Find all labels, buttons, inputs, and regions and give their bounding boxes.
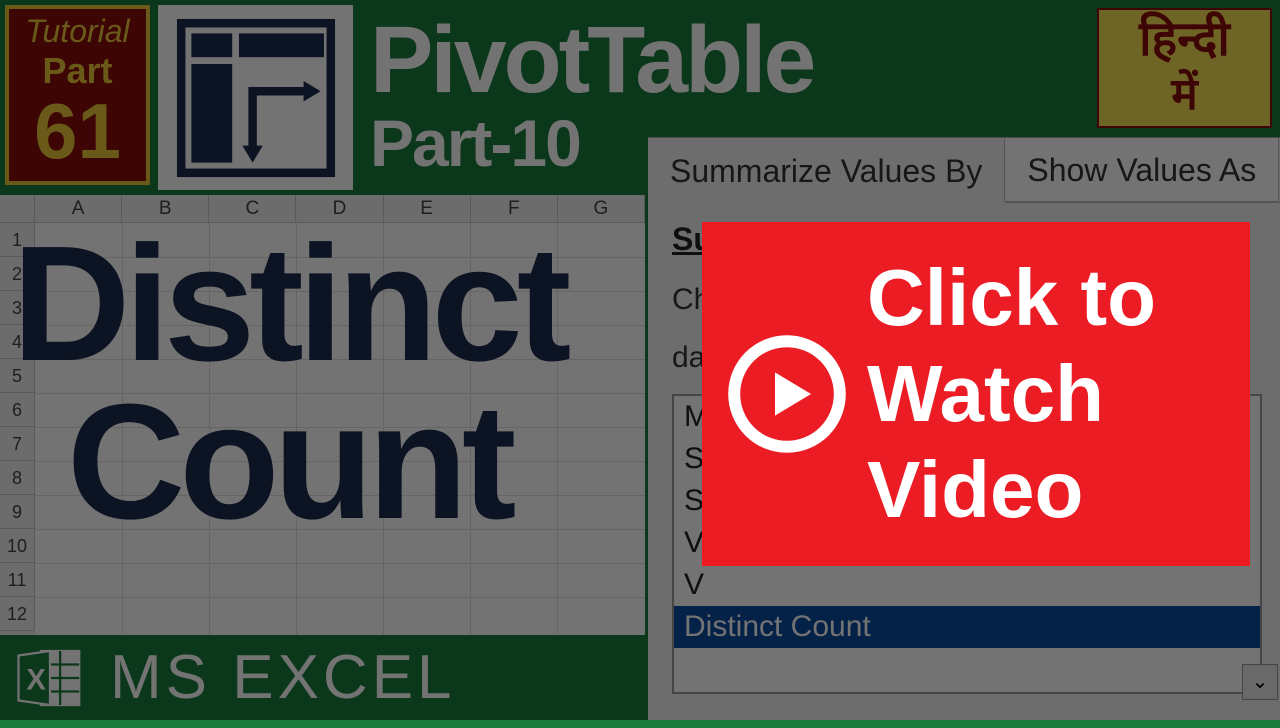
row-header[interactable]: 11 [0, 563, 35, 597]
tab-show-values-as[interactable]: Show Values As [1005, 138, 1279, 202]
watch-video-cta[interactable]: Click to Watch Video [702, 222, 1250, 566]
title-main: PivotTable [370, 6, 813, 115]
tutorial-part-badge: Tutorial Part 61 [5, 5, 150, 185]
col-header[interactable]: G [558, 195, 645, 222]
language-badge-hindi: हिन्दी में [1097, 8, 1272, 128]
pivot-table-icon-box [158, 5, 353, 190]
cta-text: Click to Watch Video [867, 250, 1156, 538]
title-part: Part-10 [370, 105, 580, 181]
list-option-distinct-count[interactable]: Distinct Count [674, 606, 1260, 648]
hindi-line1: हिन्दी [1099, 10, 1270, 70]
scroll-down-arrow-icon[interactable]: ⌄ [1242, 664, 1278, 700]
dialog-tabs: Summarize Values By Show Values As [648, 138, 1280, 202]
play-icon [727, 334, 847, 454]
headline-line2: Count [12, 383, 565, 541]
badge-part-label: Part [9, 50, 146, 92]
footer-label: MS EXCEL [110, 642, 456, 713]
hindi-line2: में [1099, 70, 1270, 120]
headline-line1: Distinct [12, 225, 565, 383]
footer-bar: X MS EXCEL [0, 635, 645, 720]
list-option[interactable]: V [674, 564, 1260, 606]
row-header[interactable]: 12 [0, 597, 35, 631]
pivot-table-icon [171, 13, 341, 183]
badge-number: 61 [9, 92, 146, 170]
badge-tutorial-label: Tutorial [9, 13, 146, 50]
tab-summarize-values-by[interactable]: Summarize Values By [648, 139, 1005, 203]
excel-logo-icon: X [0, 628, 100, 728]
svg-text:X: X [26, 664, 46, 696]
headline-text: Distinct Count [12, 225, 565, 541]
